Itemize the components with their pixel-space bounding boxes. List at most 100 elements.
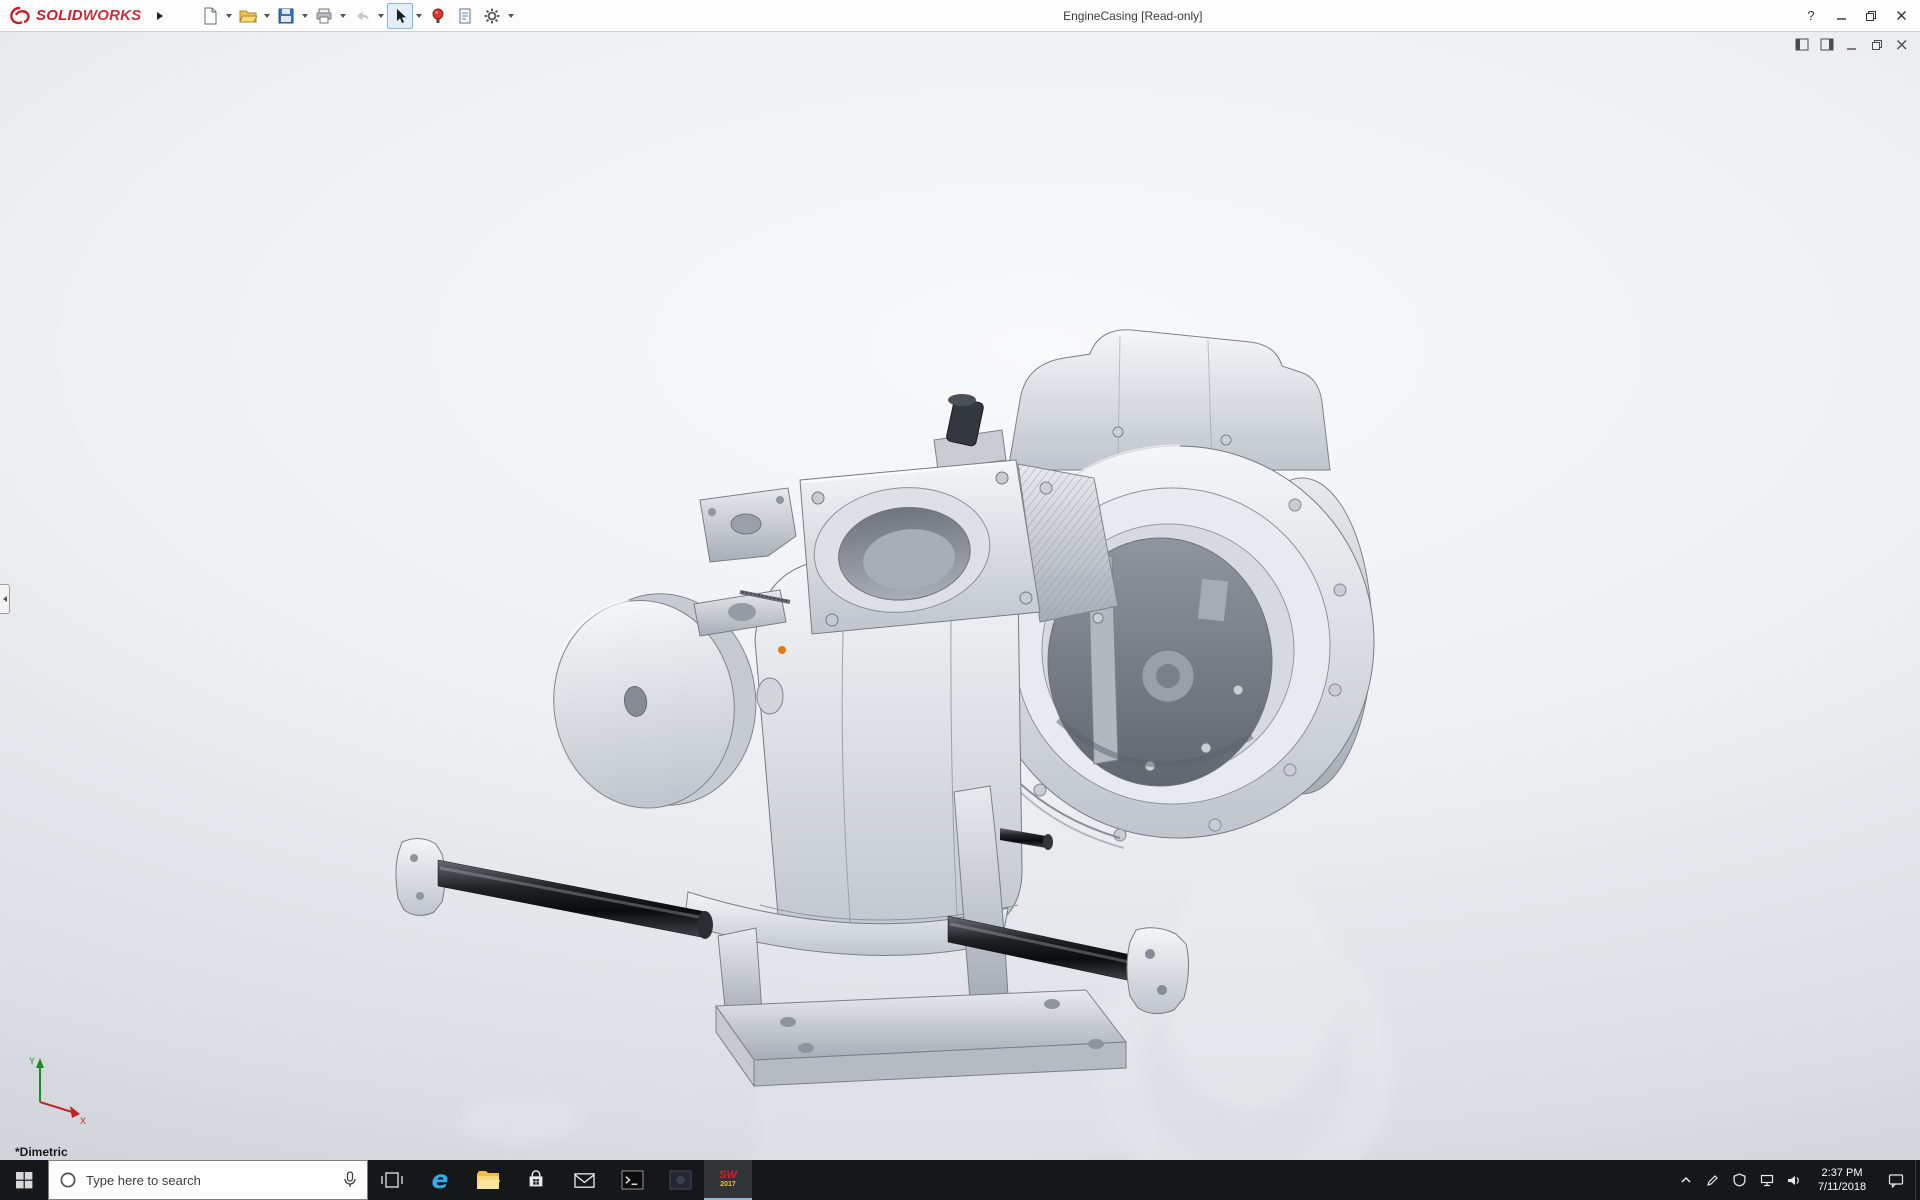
store-button[interactable]: [512, 1160, 560, 1200]
doc-pane-right-button[interactable]: [1819, 37, 1835, 52]
microphone-icon[interactable]: [343, 1171, 357, 1189]
options-dropdown[interactable]: [506, 3, 516, 29]
windows-taskbar: e SW 201: [0, 1160, 1920, 1200]
pen-tray-button[interactable]: [1699, 1160, 1726, 1200]
base-plate[interactable]: [716, 990, 1126, 1086]
file-properties-icon: [456, 7, 474, 25]
document-title: EngineCasing [Read-only]: [1063, 9, 1202, 23]
task-view-button[interactable]: [368, 1160, 416, 1200]
minimize-icon: [1836, 10, 1847, 21]
store-bag-icon: [525, 1169, 547, 1191]
dassault-systemes-logo-icon: [8, 6, 32, 26]
featuremanager-collapsed-tab[interactable]: [0, 584, 10, 614]
action-center-icon: [1888, 1173, 1904, 1188]
new-document-button[interactable]: [197, 3, 223, 29]
volume-icon: [1787, 1174, 1801, 1187]
gear-icon: [483, 7, 501, 25]
search-input[interactable]: [86, 1173, 334, 1188]
open-folder-icon: [239, 7, 257, 25]
action-center-button[interactable]: [1877, 1160, 1915, 1200]
close-icon: [1896, 10, 1907, 21]
view-orientation-label: *Dimetric: [15, 1145, 68, 1159]
open-dropdown[interactable]: [262, 3, 272, 29]
system-tray: 2:37 PM 7/11/2018: [1672, 1160, 1920, 1200]
undo-button[interactable]: [349, 3, 375, 29]
defender-tray-button[interactable]: [1726, 1160, 1753, 1200]
taskbar-search[interactable]: [48, 1160, 368, 1200]
close-button[interactable]: [1886, 0, 1916, 31]
edge-button[interactable]: e: [416, 1160, 464, 1200]
doc-close-icon: [1896, 39, 1908, 51]
network-icon: [1760, 1174, 1774, 1187]
mail-button[interactable]: [560, 1160, 608, 1200]
show-desktop-button[interactable]: [1915, 1160, 1920, 1200]
task-view-icon: [381, 1171, 403, 1189]
command-prompt-icon: [621, 1170, 644, 1190]
save-dropdown[interactable]: [300, 3, 310, 29]
cortana-icon: [59, 1171, 77, 1189]
open-button[interactable]: [235, 3, 261, 29]
undo-icon: [353, 7, 371, 25]
shield-icon: [1733, 1173, 1746, 1187]
triad-y-label: Y: [29, 1056, 35, 1066]
rebuild-icon: [429, 7, 447, 25]
command-prompt-button[interactable]: [608, 1160, 656, 1200]
front-shaft[interactable]: [396, 838, 713, 939]
file-explorer-icon: [476, 1170, 500, 1190]
hidden-icons-chevron[interactable]: [1672, 1160, 1699, 1200]
volume-tray-button[interactable]: [1780, 1160, 1807, 1200]
carb-mount-plate[interactable]: [800, 460, 1052, 634]
select-tool-button[interactable]: [387, 3, 413, 29]
selection-point[interactable]: [778, 646, 786, 654]
tray-time: 2:37 PM: [1822, 1166, 1863, 1180]
toolbar-expand-button[interactable]: [151, 5, 169, 27]
restore-button[interactable]: [1856, 0, 1886, 31]
quick-access-toolbar: [197, 3, 516, 29]
pane-right-icon: [1820, 38, 1834, 51]
undo-dropdown[interactable]: [376, 3, 386, 29]
solidworks-brand: SOLIDWORKS: [0, 6, 141, 26]
solidworks-app-icon: SW 2017: [719, 1170, 737, 1189]
dark-tile-app-button[interactable]: [656, 1160, 704, 1200]
print-dropdown[interactable]: [338, 3, 348, 29]
save-icon: [277, 7, 295, 25]
select-arrow-icon: [391, 7, 409, 25]
graphics-viewport[interactable]: Y X *Dimetric: [0, 32, 1920, 1160]
engine-casing-model[interactable]: [0, 32, 1920, 1160]
titlebar: SOLIDWORKS: [0, 0, 1920, 32]
rebuild-button[interactable]: [425, 3, 451, 29]
pen-icon: [1706, 1174, 1719, 1187]
network-tray-button[interactable]: [1753, 1160, 1780, 1200]
doc-restore-button[interactable]: [1869, 37, 1885, 52]
dark-tile-app-icon: [669, 1170, 692, 1190]
print-button[interactable]: [311, 3, 337, 29]
new-document-dropdown[interactable]: [224, 3, 234, 29]
doc-minimize-icon: [1846, 39, 1858, 51]
file-properties-button[interactable]: [452, 3, 478, 29]
pane-left-icon: [1795, 38, 1809, 51]
doc-minimize-button[interactable]: [1844, 37, 1860, 52]
ignition-coil[interactable]: [934, 394, 1006, 470]
tray-date: 7/11/2018: [1818, 1180, 1866, 1194]
triad-x-label: X: [80, 1116, 86, 1126]
solidworks-taskbar-button[interactable]: SW 2017: [704, 1160, 752, 1200]
options-button[interactable]: [479, 3, 505, 29]
restore-icon: [1865, 10, 1877, 22]
taskbar-clock[interactable]: 2:37 PM 7/11/2018: [1807, 1160, 1877, 1200]
start-button[interactable]: [0, 1160, 48, 1200]
edge-icon: e: [427, 1166, 453, 1194]
doc-pane-left-button[interactable]: [1794, 37, 1810, 52]
mounting-bracket[interactable]: [694, 488, 796, 636]
help-button[interactable]: ?: [1796, 0, 1826, 31]
save-button[interactable]: [273, 3, 299, 29]
mail-icon: [573, 1171, 596, 1190]
new-document-icon: [201, 7, 219, 25]
orientation-triad: Y X: [22, 1050, 92, 1126]
file-explorer-button[interactable]: [464, 1160, 512, 1200]
minimize-button[interactable]: [1826, 0, 1856, 31]
print-icon: [315, 7, 333, 25]
svg-text:e: e: [432, 1166, 449, 1194]
doc-close-button[interactable]: [1894, 37, 1910, 52]
doc-restore-icon: [1871, 39, 1883, 51]
select-tool-dropdown[interactable]: [414, 3, 424, 29]
